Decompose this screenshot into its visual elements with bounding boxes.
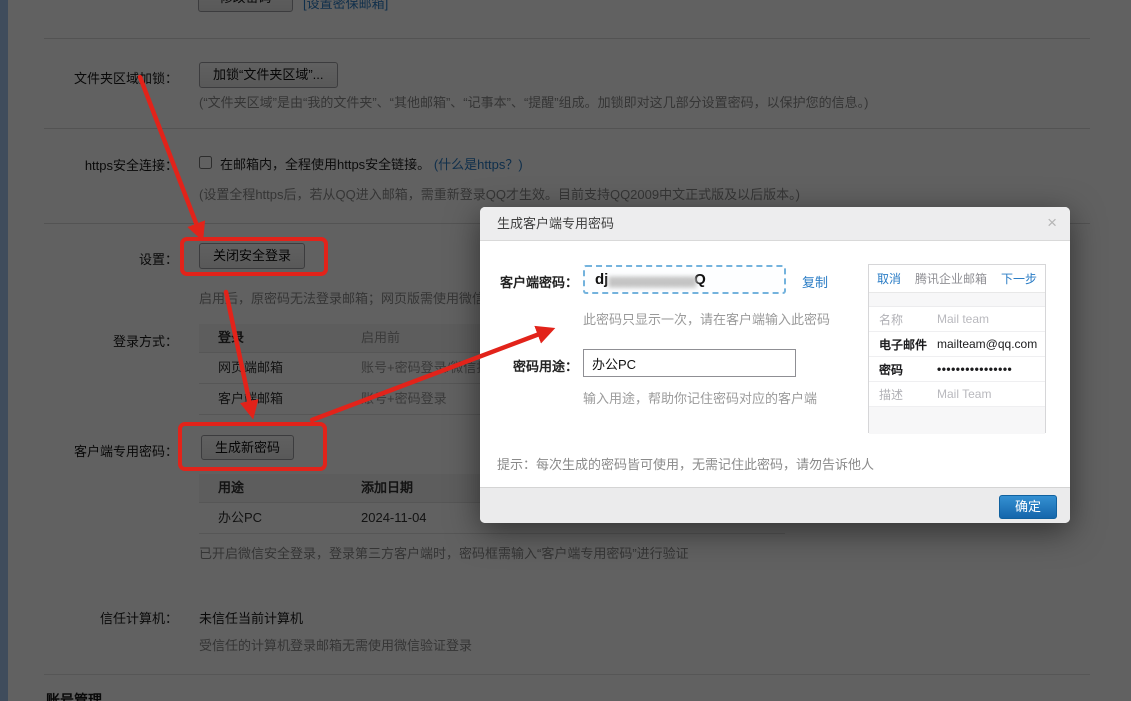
client-row-description: 描述 Mail Team <box>869 382 1045 407</box>
copy-link[interactable]: 复制 <box>802 272 828 291</box>
ok-button[interactable]: 确定 <box>999 495 1057 519</box>
client-title: 腾讯企业邮箱 <box>914 272 987 286</box>
password-once-hint: 此密码只显示一次，请在客户端输入此密码 <box>583 312 831 327</box>
password-redacted: ▅▅▅▅▅▅▅▅▅ <box>608 271 696 288</box>
field-label: 名称 <box>879 312 904 327</box>
client-group-gap <box>869 293 1045 307</box>
usage-hint: 输入用途，帮助你记住密码对应的客户端 <box>583 391 818 406</box>
dialog-tip: 提示：每次生成的密码皆可使用，无需记住此密码，请勿告诉他人 <box>497 457 875 472</box>
dialog-footer: 确定 <box>480 487 1070 523</box>
client-row-name: 名称 Mail team <box>869 307 1045 332</box>
field-label: 密码 <box>879 362 904 377</box>
dialog-title: 生成客户端专用密码 <box>480 207 1070 241</box>
field-label: 电子邮件 <box>879 337 928 352</box>
field-value: mailteam@qq.com <box>937 337 1038 351</box>
password-prefix: dj <box>595 271 609 288</box>
field-label: 描述 <box>879 387 904 402</box>
password-usage-input[interactable] <box>583 349 796 377</box>
close-icon[interactable]: × <box>1047 207 1057 239</box>
client-header: 取消 腾讯企业邮箱 下一步 <box>869 265 1045 293</box>
password-suffix: Q <box>694 271 706 288</box>
client-row-password: 密码 •••••••••••••••• <box>869 357 1045 382</box>
field-value: •••••••••••••••• <box>937 362 1013 376</box>
field-value: Mail Team <box>937 387 992 401</box>
password-usage-label: 密码用途： <box>512 359 578 374</box>
screenshot-stage: 修改密码 [设置密保邮箱] 文件夹区域加锁： 加锁“文件夹区域”... (“文件… <box>0 0 1131 701</box>
client-password-value: dj▅▅▅▅▅▅▅▅▅Q <box>583 265 786 294</box>
field-value: Mail team <box>937 312 990 326</box>
mail-client-screenshot: 取消 腾讯企业邮箱 下一步 名称 Mail team 电子邮件 mailteam… <box>868 264 1046 434</box>
client-next-link: 下一步 <box>1000 272 1037 286</box>
client-group-gap <box>869 407 1045 434</box>
client-cancel-link: 取消 <box>877 272 902 286</box>
client-row-email: 电子邮件 mailteam@qq.com <box>869 332 1045 357</box>
client-password-field-label: 客户端密码： <box>499 275 578 290</box>
generate-client-password-dialog: 生成客户端专用密码 × 客户端密码： dj▅▅▅▅▅▅▅▅▅Q 复制 此密码只显… <box>480 207 1070 523</box>
